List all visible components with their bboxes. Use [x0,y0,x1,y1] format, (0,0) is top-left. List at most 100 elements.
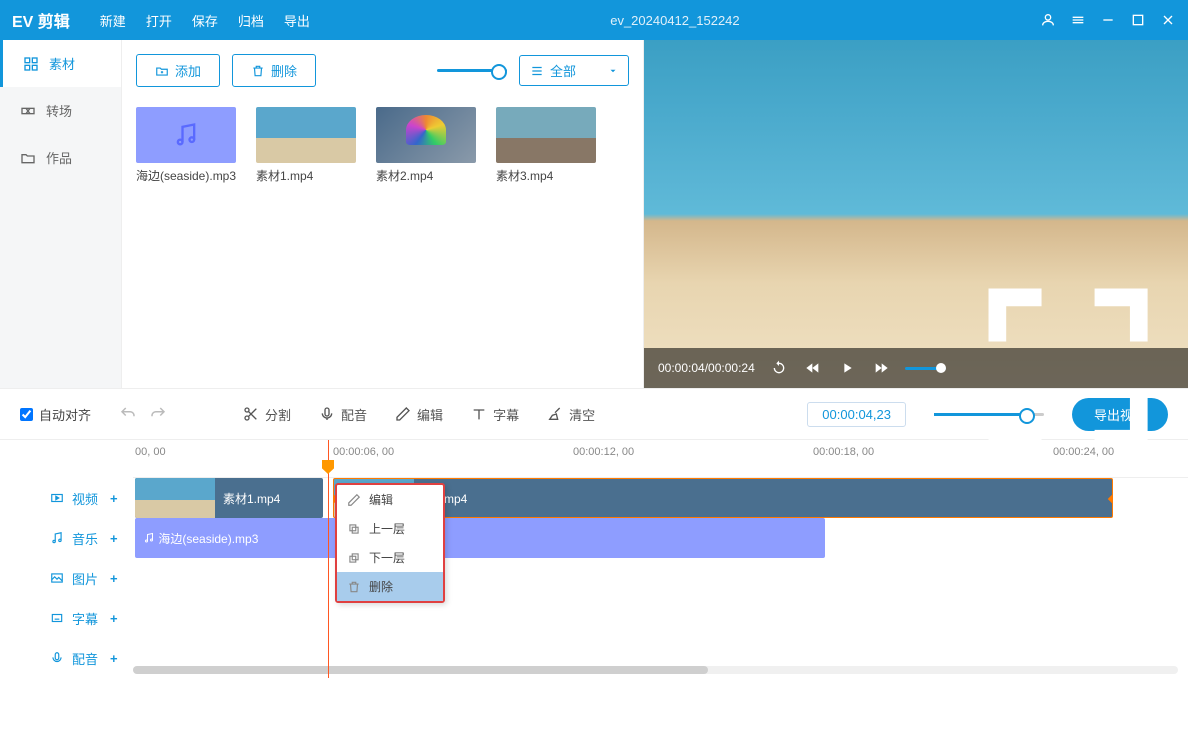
mic-icon [319,406,335,422]
clip-video2[interactable]: 才1.mp4 [333,478,1113,518]
clip-label: 素材1.mp4 [223,490,280,507]
music-note-icon [172,121,200,149]
rewind-icon[interactable] [805,360,821,376]
auto-align-checkbox[interactable] [20,408,33,421]
ruler-tick: 00:00:18, 00 [813,446,874,458]
minimize-icon[interactable] [1100,12,1116,28]
ctx-delete-label: 删除 [369,578,393,595]
voice-label: 配音 [341,405,367,424]
add-button[interactable]: 添加 [136,54,220,87]
maximize-icon[interactable] [1130,12,1146,28]
loop-icon[interactable] [771,360,787,376]
media-item[interactable]: 素材1.mp4 [256,107,356,184]
undo-icon[interactable] [119,405,137,423]
close-icon[interactable] [1160,12,1176,28]
track-music[interactable]: 音乐 + [0,518,133,558]
pen-icon [347,493,361,507]
playhead[interactable] [328,440,329,678]
delete-button[interactable]: 删除 [232,54,316,87]
nav-works[interactable]: 作品 [0,134,121,181]
media-item[interactable]: 素材3.mp4 [496,107,596,184]
context-menu: 编辑 上一层 下一层 删除 [335,483,445,603]
media-toolbar: 添加 删除 全部 [136,54,629,87]
nav-material[interactable]: 素材 [0,40,121,87]
text-track[interactable] [133,598,1188,638]
image-icon [50,571,64,585]
ctx-up[interactable]: 上一层 [337,514,443,543]
media-name: 素材1.mp4 [256,167,356,184]
menu-save[interactable]: 保存 [192,11,218,30]
menu-archive[interactable]: 归档 [238,11,264,30]
layer-down-icon [347,551,361,565]
track-dub[interactable]: 配音+ [0,638,133,678]
video-track[interactable]: 素材1.mp4 才1.mp4 [133,478,1188,518]
ruler-tick: 00:00:06, 00 [333,446,394,458]
subtitle-label: 字幕 [493,405,519,424]
clip-video1[interactable]: 素材1.mp4 [135,478,323,518]
auto-align-check[interactable]: 自动对齐 [20,405,91,424]
split-label: 分割 [265,405,291,424]
nav-works-label: 作品 [46,148,72,167]
forward-icon[interactable] [873,360,889,376]
media-item[interactable]: 海边(seaside).mp3 [136,107,236,184]
titlebar: EV 剪辑 新建 打开 保存 归档 导出 ev_20240412_152242 [0,0,1188,40]
media-item[interactable]: 素材2.mp4 [376,107,476,184]
ctx-down[interactable]: 下一层 [337,543,443,572]
clear-label: 清空 [569,405,595,424]
app-logo: EV 剪辑 [12,8,70,32]
track-music-label: 音乐 [72,529,98,548]
media-panel: 添加 删除 全部 海边(seaside).mp3 素材1.mp4 [122,40,644,388]
add-track-icon[interactable]: + [110,491,118,506]
add-track-icon[interactable]: + [110,611,118,626]
subtitle-icon [50,611,64,625]
subtitle-tool[interactable]: 字幕 [471,405,519,424]
trash-icon [347,580,361,594]
video-thumb [376,107,476,163]
video-thumb [256,107,356,163]
trash-icon [251,64,265,78]
filter-dropdown[interactable]: 全部 [519,55,629,86]
timecode[interactable]: 00:00:04,23 [807,402,906,427]
split-tool[interactable]: 分割 [243,405,291,424]
music-icon [50,531,64,545]
menu-icon[interactable] [1070,12,1086,28]
thumb-size-slider[interactable] [437,69,507,72]
nav-transition[interactable]: 转场 [0,87,121,134]
scissors-icon [243,406,259,422]
track-text-label: 字幕 [72,609,98,628]
delete-label: 删除 [271,61,297,80]
play-icon[interactable] [839,360,855,376]
timeline-scrollbar[interactable] [133,666,1178,674]
timeline: 视频+ 音乐 + 图片+ 字幕 + 配音+ 00, 00 00:00:06, 00 … [0,440,1188,678]
user-icon[interactable] [1040,12,1056,28]
voice-tool[interactable]: 配音 [319,405,367,424]
clip-label: 海边(seaside).mp3 [158,530,258,547]
grid-icon [23,56,39,72]
music-track[interactable]: 海边(seaside).mp3 [133,518,1188,558]
zoom-slider[interactable] [934,413,1044,416]
image-track[interactable] [133,558,1188,598]
preview-video[interactable]: 00:00:04/00:00:24 [644,40,1188,388]
left-nav: 素材 转场 作品 [0,40,122,388]
redo-icon[interactable] [149,405,167,423]
clear-tool[interactable]: 清空 [547,405,595,424]
timeline-ruler[interactable]: 00, 00 00:00:06, 00 00:00:12, 00 00:00:1… [133,440,1188,478]
clip-audio1[interactable]: 海边(seaside).mp3 [135,518,825,558]
add-track-icon[interactable]: + [110,651,118,666]
ctx-delete[interactable]: 删除 [337,572,443,601]
track-video[interactable]: 视频+ [0,478,133,518]
transition-icon [20,103,36,119]
menu-export[interactable]: 导出 [284,11,310,30]
preview-progress[interactable] [905,367,946,370]
track-image[interactable]: 图片+ [0,558,133,598]
add-track-icon[interactable]: + [110,571,118,586]
track-text[interactable]: 字幕 + [0,598,133,638]
menu-new[interactable]: 新建 [100,11,126,30]
project-name: ev_20240412_152242 [310,13,1040,28]
add-track-icon[interactable]: + [110,531,118,546]
edit-tool[interactable]: 编辑 [395,405,443,424]
ctx-edit[interactable]: 编辑 [337,485,443,514]
video-thumb [496,107,596,163]
menu-open[interactable]: 打开 [146,11,172,30]
folder-icon [20,150,36,166]
